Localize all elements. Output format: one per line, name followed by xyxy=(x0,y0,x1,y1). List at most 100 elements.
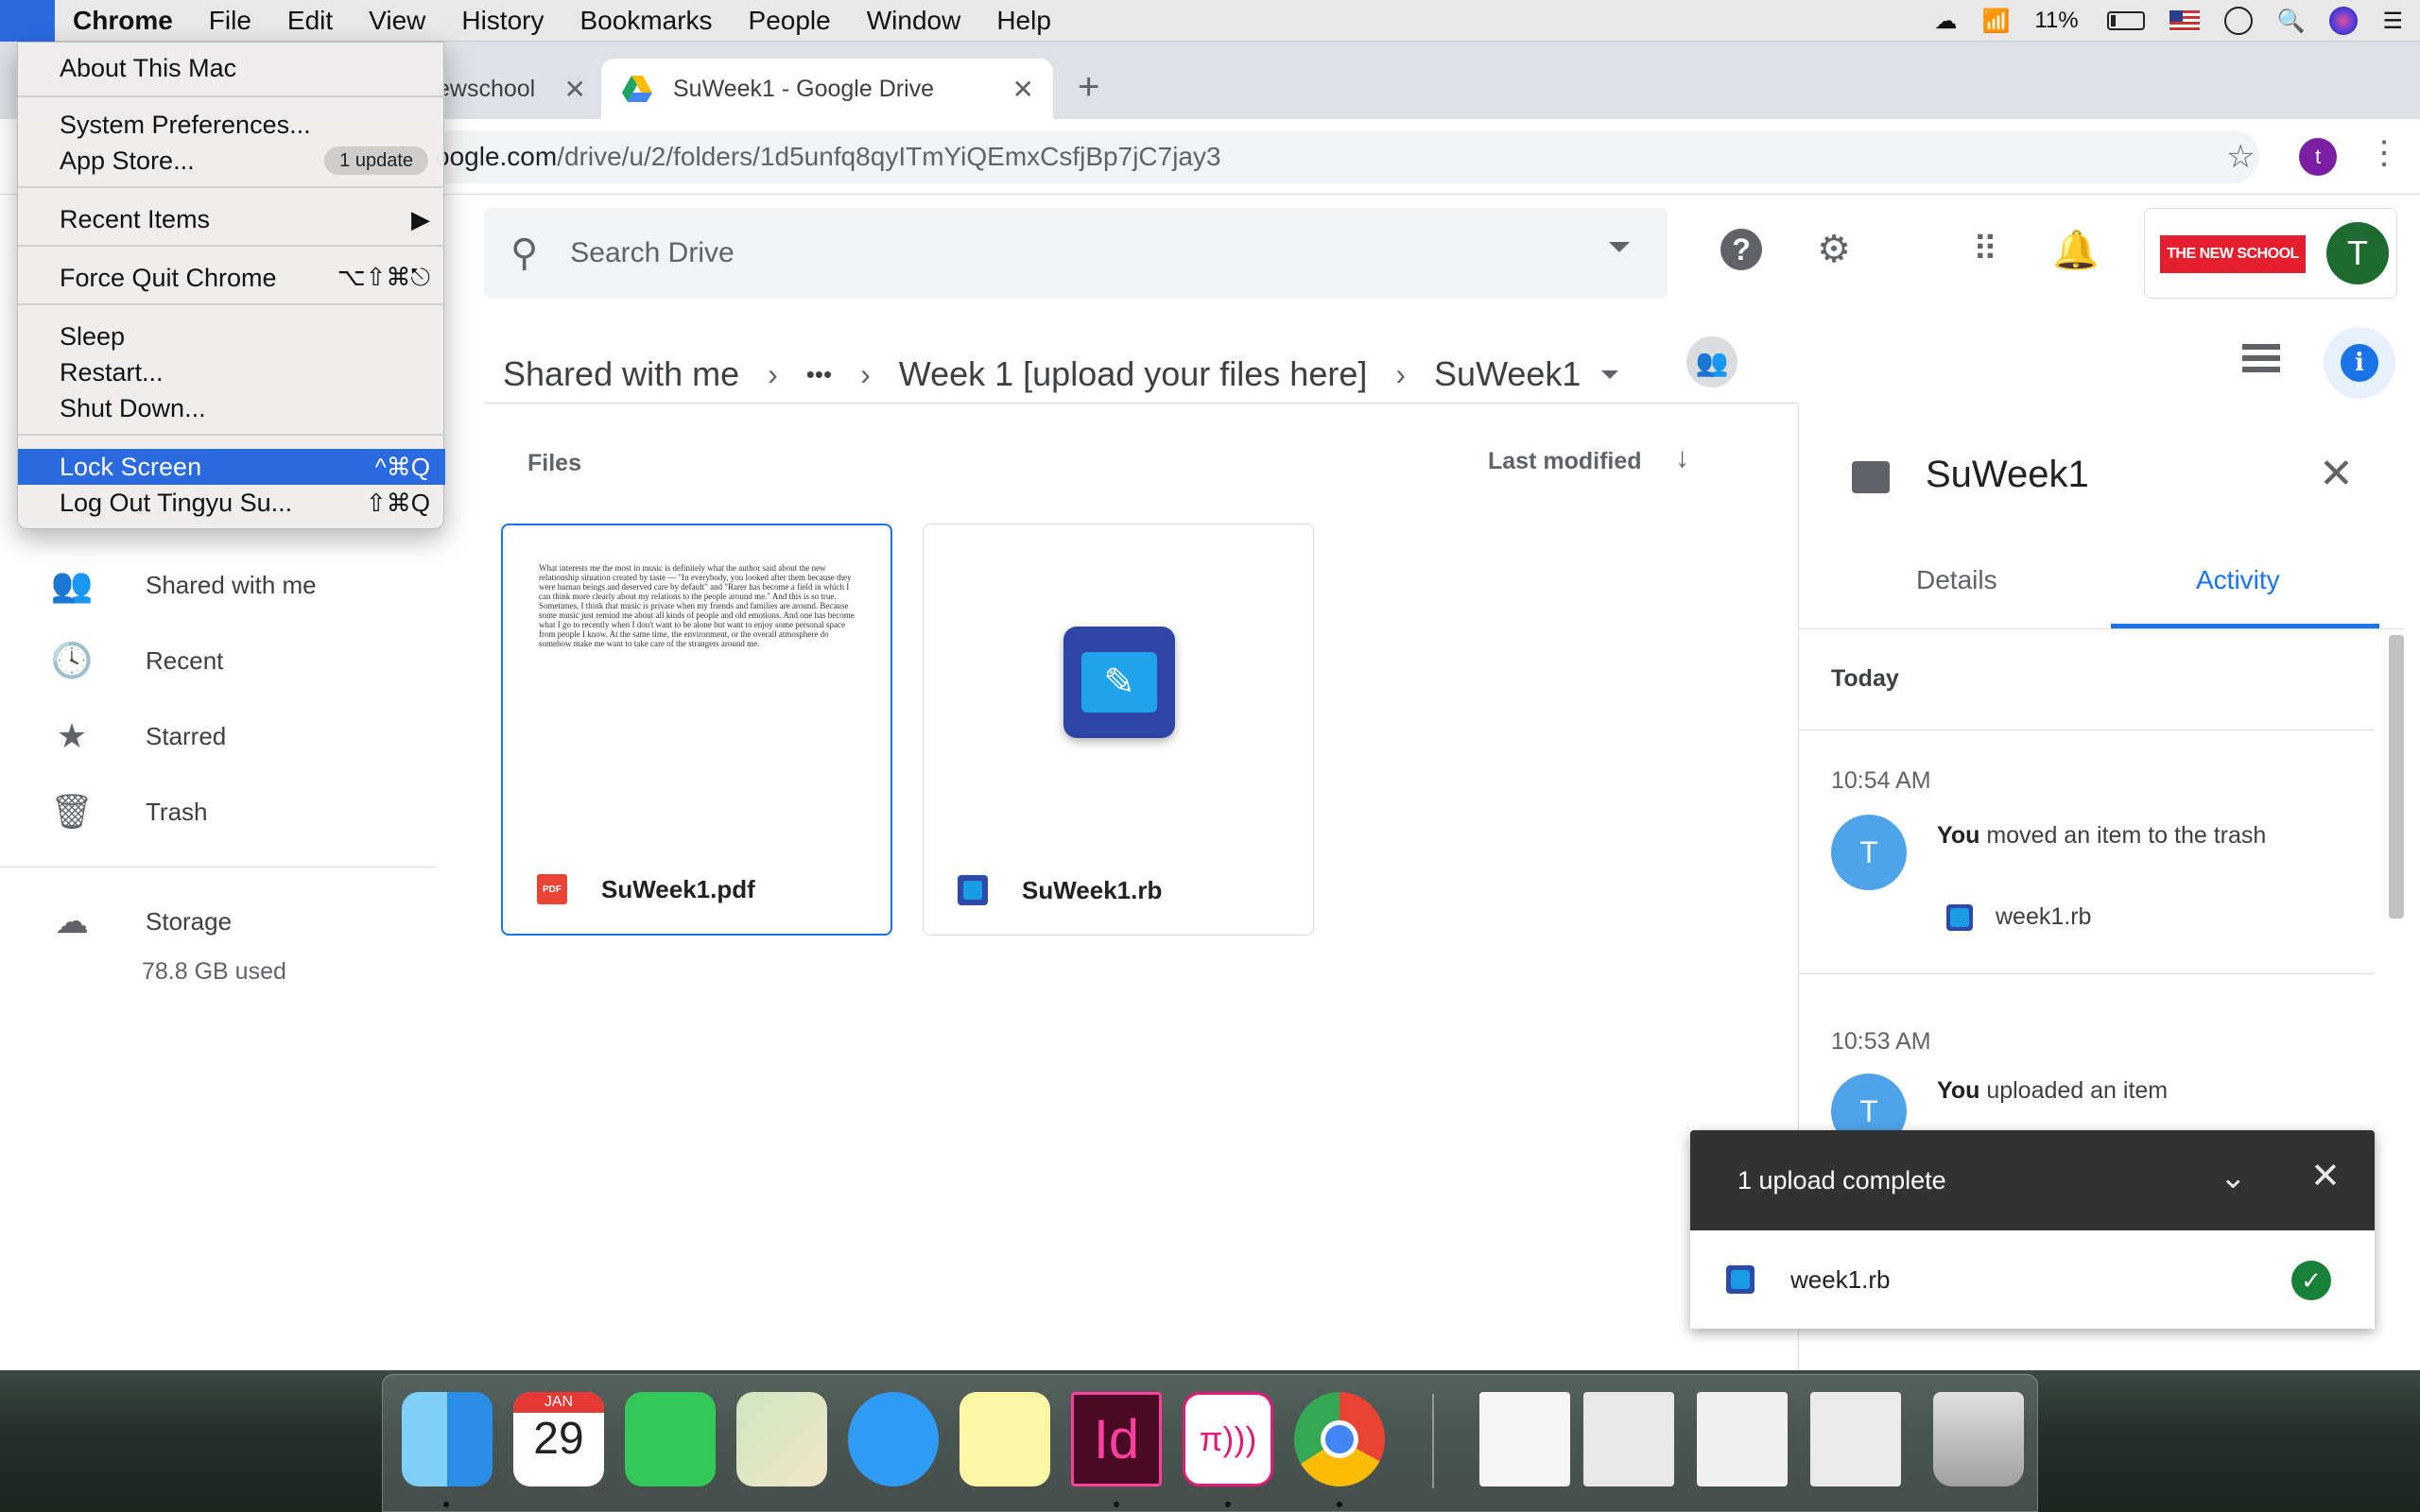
menu-item-force-quit[interactable]: Force Quit Chrome ⌥⇧⌘⎋ xyxy=(18,260,445,296)
menu-item-about[interactable]: About This Mac xyxy=(18,50,445,86)
file-thumbnail: What interests me the most in music is d… xyxy=(503,525,890,847)
url-path: /drive/u/2/folders/1d5unfq8qyITmYiQEmxCs… xyxy=(557,142,1221,171)
chevron-down-icon[interactable]: ⌄ xyxy=(2220,1159,2247,1196)
upload-panel: 1 upload complete ⌄ ✕ week1.rb ✓ xyxy=(1690,1130,2375,1329)
file-card-pdf[interactable]: What interests me the most in music is d… xyxy=(501,524,892,936)
calendar-icon[interactable]: JAN 29 xyxy=(513,1392,604,1486)
creative-cloud-icon[interactable]: ☁ xyxy=(1934,8,1957,35)
menu-help[interactable]: Help xyxy=(978,6,1069,36)
activity-actor: You xyxy=(1937,822,1980,849)
search-icon[interactable]: ⚲ xyxy=(510,232,538,275)
upload-item[interactable]: week1.rb ✓ xyxy=(1690,1230,2375,1329)
finder-icon[interactable] xyxy=(402,1392,493,1486)
menu-item-recent-items[interactable]: Recent Items ▶ xyxy=(18,201,445,237)
notification-center-icon[interactable]: ☰ xyxy=(2382,8,2403,35)
search-options-icon[interactable] xyxy=(1609,242,1630,252)
activity-file-name: week1.rb xyxy=(1996,903,2092,930)
close-icon[interactable]: ✕ xyxy=(2310,1155,2341,1197)
tab-google-drive[interactable]: SuWeek1 - Google Drive ✕ xyxy=(601,59,1053,119)
chrome-icon[interactable] xyxy=(1294,1392,1385,1486)
file-card-rb[interactable]: ✎ SuWeek1.rb xyxy=(923,524,1314,936)
facetime-icon[interactable] xyxy=(625,1392,716,1486)
search-input[interactable]: Search Drive xyxy=(570,237,734,269)
shared-people-icon[interactable]: 👥 xyxy=(1686,336,1737,387)
running-indicator xyxy=(443,1502,449,1507)
document-thumbnail-icon[interactable] xyxy=(1479,1392,1570,1486)
battery-percent[interactable]: 11% xyxy=(2034,8,2078,34)
avatar[interactable]: T xyxy=(2326,222,2389,284)
close-tab-icon[interactable]: ✕ xyxy=(564,74,586,105)
notes-icon[interactable] xyxy=(959,1392,1050,1486)
bookmark-star-icon[interactable]: ☆ xyxy=(2226,138,2255,176)
shared-folder-icon xyxy=(1852,461,1890,493)
tab-activity[interactable]: Activity xyxy=(2196,565,2280,595)
new-tab-button[interactable]: + xyxy=(1078,66,1099,109)
sort-direction-arrow-icon[interactable]: ↓ xyxy=(1675,442,1689,474)
rb-file-icon xyxy=(1946,903,1973,931)
window-thumbnail-icon[interactable] xyxy=(1810,1392,1901,1486)
breadcrumb-week1[interactable]: Week 1 [upload your files here] xyxy=(899,354,1368,394)
breadcrumb-ellipsis[interactable]: ••• xyxy=(806,360,832,389)
tab-details[interactable]: Details xyxy=(1916,565,1997,595)
gear-icon[interactable]: ⚙ xyxy=(1813,229,1855,270)
chrome-menu-icon[interactable]: ⋮ xyxy=(2368,134,2400,172)
activity-description: uploaded an item xyxy=(1979,1077,2169,1104)
pi-app-icon[interactable]: π))) xyxy=(1183,1392,1273,1486)
sidebar-item-trash[interactable]: 🗑 Trash xyxy=(49,788,207,835)
info-button[interactable]: i xyxy=(2324,327,2395,399)
notifications-bell-icon[interactable]: 🔔 xyxy=(2052,229,2100,271)
menu-window[interactable]: Window xyxy=(849,6,979,36)
details-title: SuWeek1 xyxy=(1926,454,2089,495)
apps-grid-icon[interactable]: ⠿ xyxy=(1964,229,2006,270)
menu-app-chrome[interactable]: Chrome xyxy=(55,6,191,36)
input-source-flag-icon[interactable] xyxy=(2169,10,2200,31)
sort-by-button[interactable]: Last modified xyxy=(1488,448,1642,475)
menu-item-system-preferences[interactable]: System Preferences... xyxy=(18,107,445,143)
list-view-icon[interactable] xyxy=(2242,344,2280,382)
wifi-icon[interactable]: 📶 xyxy=(1981,8,2010,35)
indesign-icon[interactable]: Id xyxy=(1071,1392,1162,1486)
menu-item-restart[interactable]: Restart... xyxy=(18,354,445,390)
help-icon[interactable]: ? xyxy=(1720,229,1762,270)
menu-item-logout[interactable]: Log Out Tingyu Su... ⇧⌘Q xyxy=(18,485,445,521)
activity-file[interactable]: week1.rb xyxy=(1946,903,2091,931)
siri-icon[interactable] xyxy=(2329,7,2359,35)
search-drive[interactable]: ⚲ Search Drive xyxy=(484,208,1668,299)
menu-history[interactable]: History xyxy=(443,6,562,36)
star-icon: ★ xyxy=(56,716,88,755)
menu-edit[interactable]: Edit xyxy=(269,6,351,36)
sidebar-item-recent[interactable]: 🕓 Recent xyxy=(49,637,224,684)
submenu-arrow-icon: ▶ xyxy=(411,204,430,233)
menu-bookmarks[interactable]: Bookmarks xyxy=(562,6,730,36)
menu-item-app-store[interactable]: App Store... 1 update xyxy=(18,143,445,179)
trash-icon[interactable] xyxy=(1933,1392,2024,1486)
activity-description: moved an item to the trash xyxy=(1979,822,2267,849)
scrollbar[interactable] xyxy=(2389,635,2404,919)
close-icon[interactable]: ✕ xyxy=(2319,450,2354,498)
spotlight-icon[interactable]: 🔍 xyxy=(2277,8,2306,35)
sidebar-item-shared[interactable]: 👥 Shared with me xyxy=(49,561,317,609)
battery-icon[interactable] xyxy=(2106,11,2145,30)
menu-view[interactable]: View xyxy=(351,6,443,36)
menu-item-sleep[interactable]: Sleep xyxy=(18,318,445,354)
folder-menu-caret-icon[interactable] xyxy=(1601,369,1619,379)
sidebar-item-starred[interactable]: ★ Starred xyxy=(49,713,226,760)
close-tab-icon[interactable]: ✕ xyxy=(1012,74,1034,105)
apple-icon[interactable] xyxy=(0,0,55,42)
messages-icon[interactable] xyxy=(848,1392,939,1486)
account-switcher[interactable]: THE NEW SCHOOL T xyxy=(2144,208,2397,299)
menu-item-lock-screen[interactable]: Lock Screen ^⌘Q xyxy=(18,449,445,485)
breadcrumb-shared-with-me[interactable]: Shared with me xyxy=(503,354,739,394)
chrome-profile-avatar[interactable]: t xyxy=(2299,138,2337,176)
breadcrumb-current[interactable]: SuWeek1 xyxy=(1434,354,1581,394)
maps-icon[interactable] xyxy=(736,1392,827,1486)
menu-file[interactable]: File xyxy=(191,6,269,36)
status-area: ☁ 📶 11% 🔍 ☰ xyxy=(1934,0,2403,42)
menu-people[interactable]: People xyxy=(731,6,849,36)
window-thumbnail-icon[interactable] xyxy=(1697,1392,1788,1486)
sidebar-item-storage[interactable]: ☁ Storage xyxy=(49,898,232,945)
activity-text: You uploaded an item xyxy=(1937,1077,2168,1105)
time-machine-icon[interactable] xyxy=(2223,7,2253,35)
window-thumbnail-icon[interactable] xyxy=(1583,1392,1674,1486)
menu-item-shutdown[interactable]: Shut Down... xyxy=(18,390,445,426)
